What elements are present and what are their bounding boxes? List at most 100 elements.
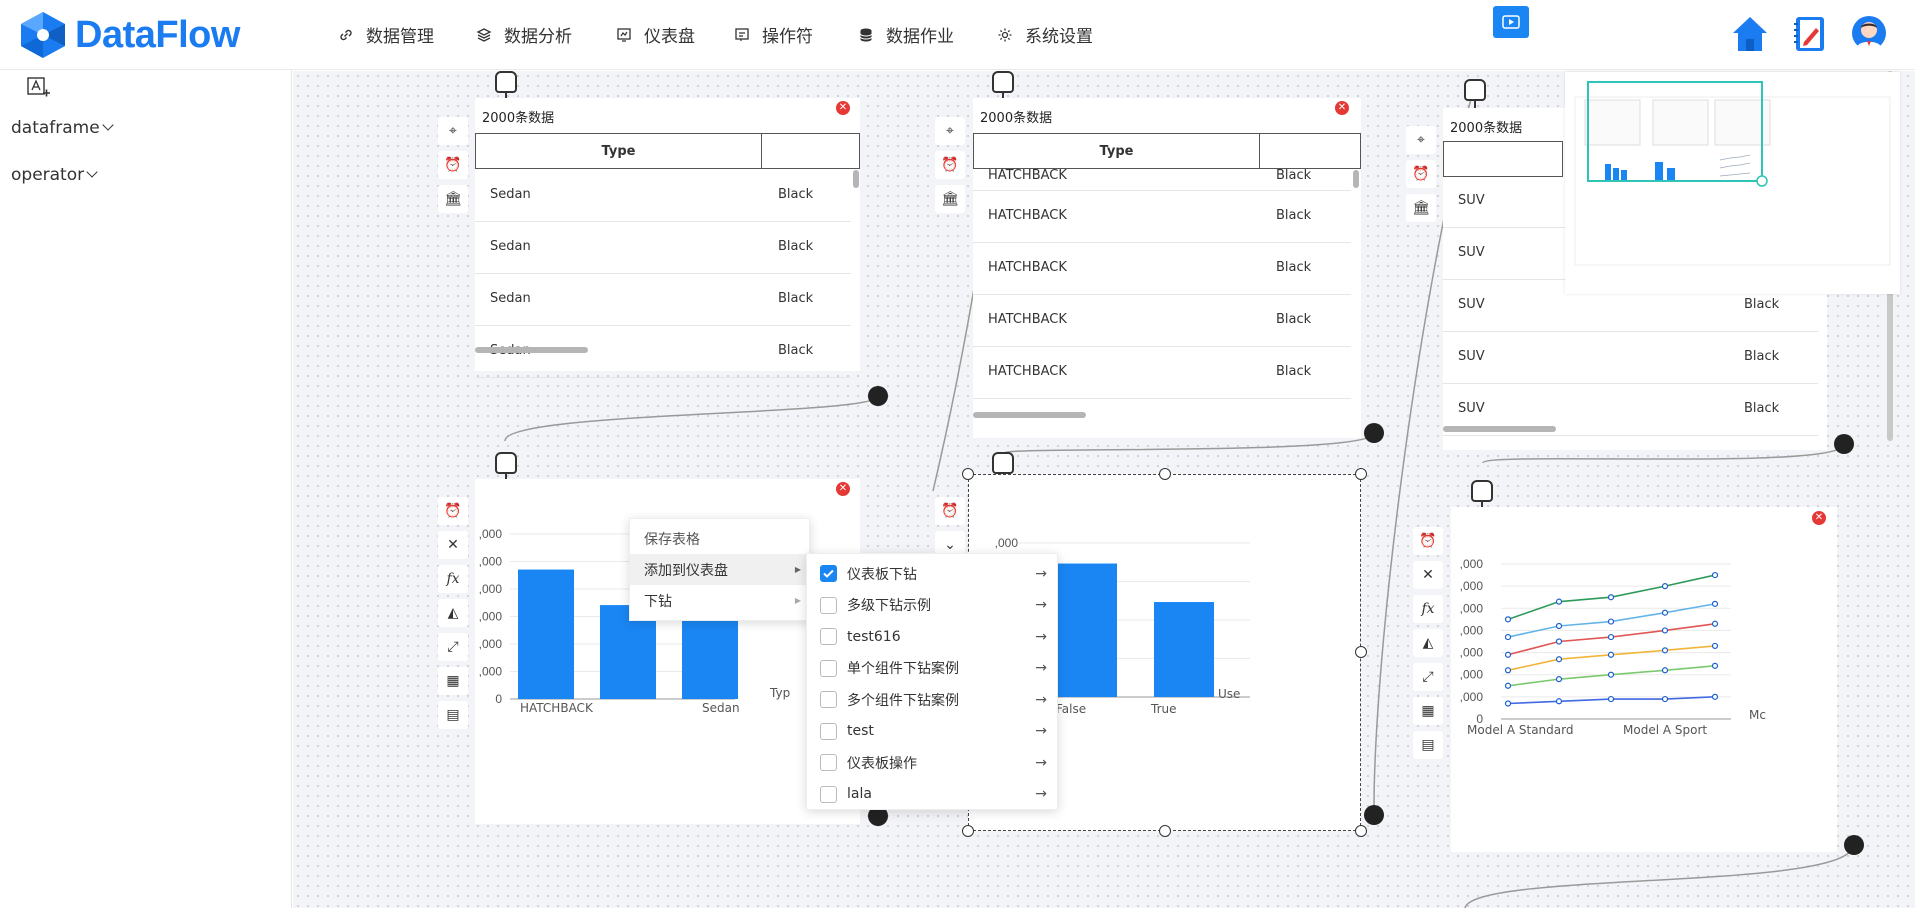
resize-handle[interactable] — [1159, 468, 1171, 480]
table-row[interactable]: HATCHBACK Black — [973, 191, 1351, 243]
input-port[interactable] — [495, 71, 517, 100]
table-row[interactable]: Sedan Black — [475, 170, 851, 222]
menu-item-save-table[interactable]: 保存表格 — [630, 523, 811, 554]
table-icon[interactable]: ▦ — [1413, 697, 1443, 725]
function-icon[interactable]: fx — [1413, 595, 1443, 623]
sidebar-item-operator[interactable]: operator — [11, 165, 98, 185]
submenu-item[interactable]: test → — [807, 716, 1059, 747]
checkbox[interactable] — [820, 691, 837, 708]
nav-data-management[interactable]: 数据管理 — [338, 22, 434, 47]
close-icon[interactable]: ✕ — [836, 101, 850, 115]
locate-icon[interactable]: ⌖ — [438, 117, 468, 145]
logo[interactable]: DataFlow — [17, 10, 240, 60]
output-port[interactable] — [1844, 835, 1864, 855]
horizontal-scrollbar[interactable] — [1443, 426, 1556, 432]
function-icon[interactable]: fx — [438, 565, 468, 593]
checkbox[interactable] — [820, 596, 837, 614]
home-icon[interactable] — [1730, 14, 1770, 54]
alarm-icon[interactable]: ⏰ — [935, 151, 965, 179]
bank-icon[interactable]: 🏛 — [935, 185, 965, 213]
input-port[interactable] — [992, 71, 1014, 100]
output-port[interactable] — [868, 386, 888, 406]
table-row[interactable]: Sedan Black — [475, 274, 851, 326]
submenu-item[interactable]: 多级下钻示例 → — [807, 590, 1059, 621]
close-icon[interactable]: ✕ — [1335, 101, 1349, 115]
checkbox[interactable] — [820, 785, 837, 803]
resize-handle[interactable] — [1355, 468, 1367, 480]
vertical-scrollbar[interactable] — [853, 170, 859, 188]
nav-operators[interactable]: 操作符 — [734, 22, 813, 47]
bank-icon[interactable]: 🏛 — [438, 185, 468, 213]
table-row[interactable]: SUV Black — [1443, 332, 1818, 384]
input-port[interactable] — [992, 452, 1014, 481]
vertical-scrollbar[interactable] — [1353, 170, 1359, 188]
submenu-item[interactable]: lala → — [807, 779, 1059, 810]
submenu-item[interactable]: 多个组件下钻案例 → — [807, 684, 1059, 715]
submenu-item[interactable]: 仪表板下钻 → — [807, 558, 1059, 589]
alarm-icon[interactable]: ⏰ — [1406, 160, 1436, 188]
locate-icon[interactable]: ⌖ — [1406, 126, 1436, 154]
table-row[interactable]: HATCHBACK Black — [973, 347, 1351, 399]
grid-icon[interactable]: ▤ — [438, 701, 468, 729]
fill-icon[interactable]: ◭ — [1413, 629, 1443, 657]
checkbox[interactable] — [820, 722, 837, 740]
table-row[interactable]: HATCHBACK Black — [973, 168, 1351, 191]
column-header[interactable]: Type — [973, 133, 1260, 169]
resize-handle[interactable] — [962, 825, 974, 837]
resize-handle[interactable] — [1159, 825, 1171, 837]
close-icon[interactable]: ✕ — [438, 531, 468, 559]
input-port[interactable] — [1464, 79, 1486, 108]
submenu-item[interactable]: test616 → — [807, 621, 1059, 652]
checkbox[interactable] — [820, 659, 837, 677]
output-port[interactable] — [1364, 423, 1384, 443]
minimap[interactable] — [1565, 72, 1900, 294]
locate-icon[interactable]: ⌖ — [935, 117, 965, 145]
column-header[interactable]: Type — [475, 133, 762, 169]
table-icon[interactable]: ▦ — [438, 667, 468, 695]
submenu-item[interactable]: 仪表板操作 → — [807, 747, 1059, 778]
nav-dashboard[interactable]: 仪表盘 — [616, 22, 695, 47]
table-row[interactable]: HATCHBACK Black — [973, 243, 1351, 295]
sidebar-item-dataframe[interactable]: dataframe — [11, 118, 114, 138]
add-text-icon[interactable] — [27, 77, 51, 99]
column-header[interactable] — [1259, 133, 1361, 169]
alarm-icon[interactable]: ⏰ — [438, 497, 468, 525]
menu-item-add-to-dashboard[interactable]: 添加到仪表盘 ▶ — [630, 554, 811, 585]
chart-node[interactable]: ✕ ,000,000,000,000,000,000,000 0 Model A … — [1451, 507, 1837, 852]
bank-icon[interactable]: 🏛 — [1406, 194, 1436, 222]
alarm-icon[interactable]: ⏰ — [935, 497, 965, 525]
column-header[interactable] — [761, 133, 860, 169]
submenu-item[interactable]: 单个组件下钻案例 → — [807, 653, 1059, 684]
column-header[interactable] — [1443, 141, 1563, 177]
checkbox[interactable] — [820, 754, 837, 771]
nav-data-jobs[interactable]: 数据作业 — [858, 22, 954, 47]
horizontal-scrollbar[interactable] — [973, 412, 1086, 418]
avatar[interactable] — [1851, 14, 1887, 52]
table-node[interactable]: 2000条数据 ✕ Type HATCHBACK Black HATCHBACK B… — [973, 98, 1361, 438]
expand-icon[interactable]: ⤢ — [1413, 663, 1443, 691]
expand-icon[interactable]: ⤢ — [438, 633, 468, 661]
menu-item-drilldown[interactable]: 下钻 ▶ — [630, 585, 811, 616]
output-port[interactable] — [1834, 434, 1854, 454]
grid-icon[interactable]: ▤ — [1413, 731, 1443, 759]
output-port[interactable] — [1364, 805, 1384, 825]
table-row[interactable]: HATCHBACK Black — [973, 295, 1351, 347]
nav-data-analysis[interactable]: 数据分析 — [476, 22, 572, 47]
resize-handle[interactable] — [1355, 825, 1367, 837]
alarm-icon[interactable]: ⏰ — [1413, 527, 1443, 555]
video-button[interactable] — [1493, 6, 1529, 38]
notebook-icon[interactable] — [1792, 14, 1828, 54]
resize-handle[interactable] — [962, 468, 974, 480]
table-row[interactable]: Sedan Black — [475, 222, 851, 274]
nav-system-settings[interactable]: 系统设置 — [997, 22, 1093, 47]
alarm-icon[interactable]: ⏰ — [438, 151, 468, 179]
input-port[interactable] — [1471, 480, 1493, 509]
input-port[interactable] — [495, 452, 517, 481]
checkbox[interactable] — [820, 565, 837, 582]
fill-icon[interactable]: ◭ — [438, 599, 468, 627]
horizontal-scrollbar[interactable] — [475, 347, 588, 353]
resize-handle[interactable] — [1355, 646, 1367, 658]
checkbox[interactable] — [820, 628, 837, 645]
table-node[interactable]: 2000条数据 ✕ Type Sedan Black Sedan Black Sed… — [475, 98, 860, 378]
close-icon[interactable]: ✕ — [1413, 561, 1443, 589]
